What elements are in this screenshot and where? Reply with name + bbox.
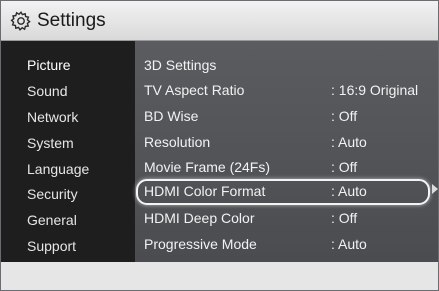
setting-label: BD Wise [144,108,199,124]
settings-screen: Settings Picture Sound Network System La… [0,0,439,291]
setting-row-progressive-mode[interactable]: Progressive Mode : Auto [135,232,438,256]
sidebar-item-language[interactable]: Language [27,160,89,178]
sidebar-item-network[interactable]: Network [27,108,78,126]
sidebar-item-picture[interactable]: Picture [27,56,71,74]
setting-label: HDMI Deep Color [144,210,255,226]
sidebar-item-security[interactable]: Security [27,185,78,203]
sidebar-item-support[interactable]: Support [27,237,76,255]
setting-value: : Auto [331,134,367,150]
setting-label: 3D Settings [144,57,217,73]
setting-label: Progressive Mode [144,236,257,252]
setting-row-resolution[interactable]: Resolution : Auto [135,130,438,154]
setting-row-hdmi-color-format[interactable]: HDMI Color Format : Auto [135,179,438,205]
setting-row-tv-aspect-ratio[interactable]: TV Aspect Ratio : 16:9 Original [135,78,438,102]
setting-value: : Off [331,159,358,175]
footer-bar [1,262,438,290]
setting-label: Movie Frame (24Fs) [144,159,271,175]
page-title: Settings [37,10,106,31]
sidebar-item-sound[interactable]: Sound [27,82,67,100]
setting-row-3d-settings[interactable]: 3D Settings [135,53,438,77]
settings-list: 3D Settings TV Aspect Ratio : 16:9 Origi… [135,41,438,262]
setting-row-bd-wise[interactable]: BD Wise : Off [135,104,438,128]
gear-icon [10,11,31,31]
setting-label: TV Aspect Ratio [144,82,245,98]
setting-value: : Auto [331,236,367,252]
setting-value: : Auto [331,183,367,199]
setting-value: : Off [331,108,358,124]
setting-label: Resolution [144,134,211,150]
setting-label: HDMI Color Format [144,183,266,199]
sidebar-item-system[interactable]: System [27,134,74,152]
title-bar: Settings [1,1,438,41]
sidebar: Picture Sound Network System Language Se… [1,41,135,262]
chevron-right-icon [432,184,438,194]
setting-value: : 16:9 Original [331,82,419,98]
setting-row-hdmi-deep-color[interactable]: HDMI Deep Color : Off [135,206,438,230]
setting-value: : Off [331,210,358,226]
sidebar-item-general[interactable]: General [27,211,77,229]
setting-row-movie-frame[interactable]: Movie Frame (24Fs) : Off [135,155,438,179]
